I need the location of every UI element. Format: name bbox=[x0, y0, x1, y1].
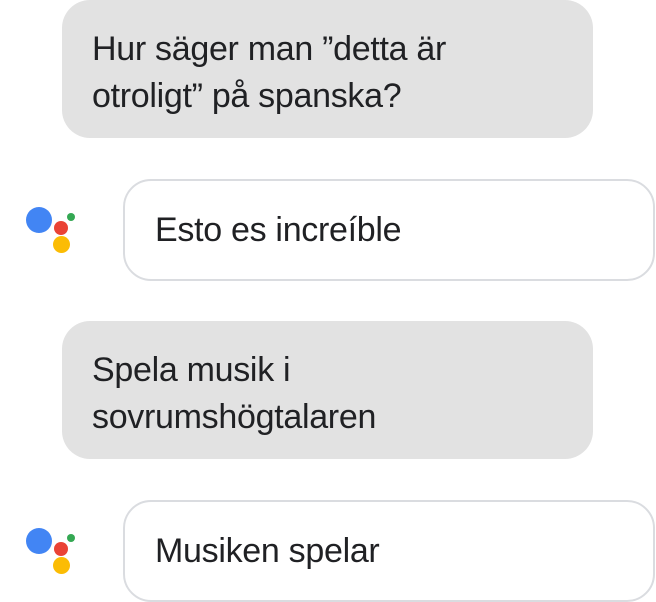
google-assistant-icon bbox=[24, 526, 80, 576]
user-message-bubble: Spela musik i sovrumshögtalaren bbox=[62, 321, 593, 459]
assistant-response-bubble: Musiken spelar bbox=[123, 500, 655, 602]
assistant-response-text: Musiken spelar bbox=[155, 531, 380, 570]
assistant-response-bubble: Esto es increíble bbox=[123, 179, 655, 281]
user-message-bubble: Hur säger man ”detta är otroligt” på spa… bbox=[62, 0, 593, 138]
user-message-text: Hur säger man ”detta är otroligt” på spa… bbox=[92, 30, 447, 115]
user-message-text: Spela musik i sovrumshögtalaren bbox=[92, 351, 377, 436]
google-assistant-icon bbox=[24, 205, 80, 255]
assistant-response-text: Esto es increíble bbox=[155, 210, 402, 249]
